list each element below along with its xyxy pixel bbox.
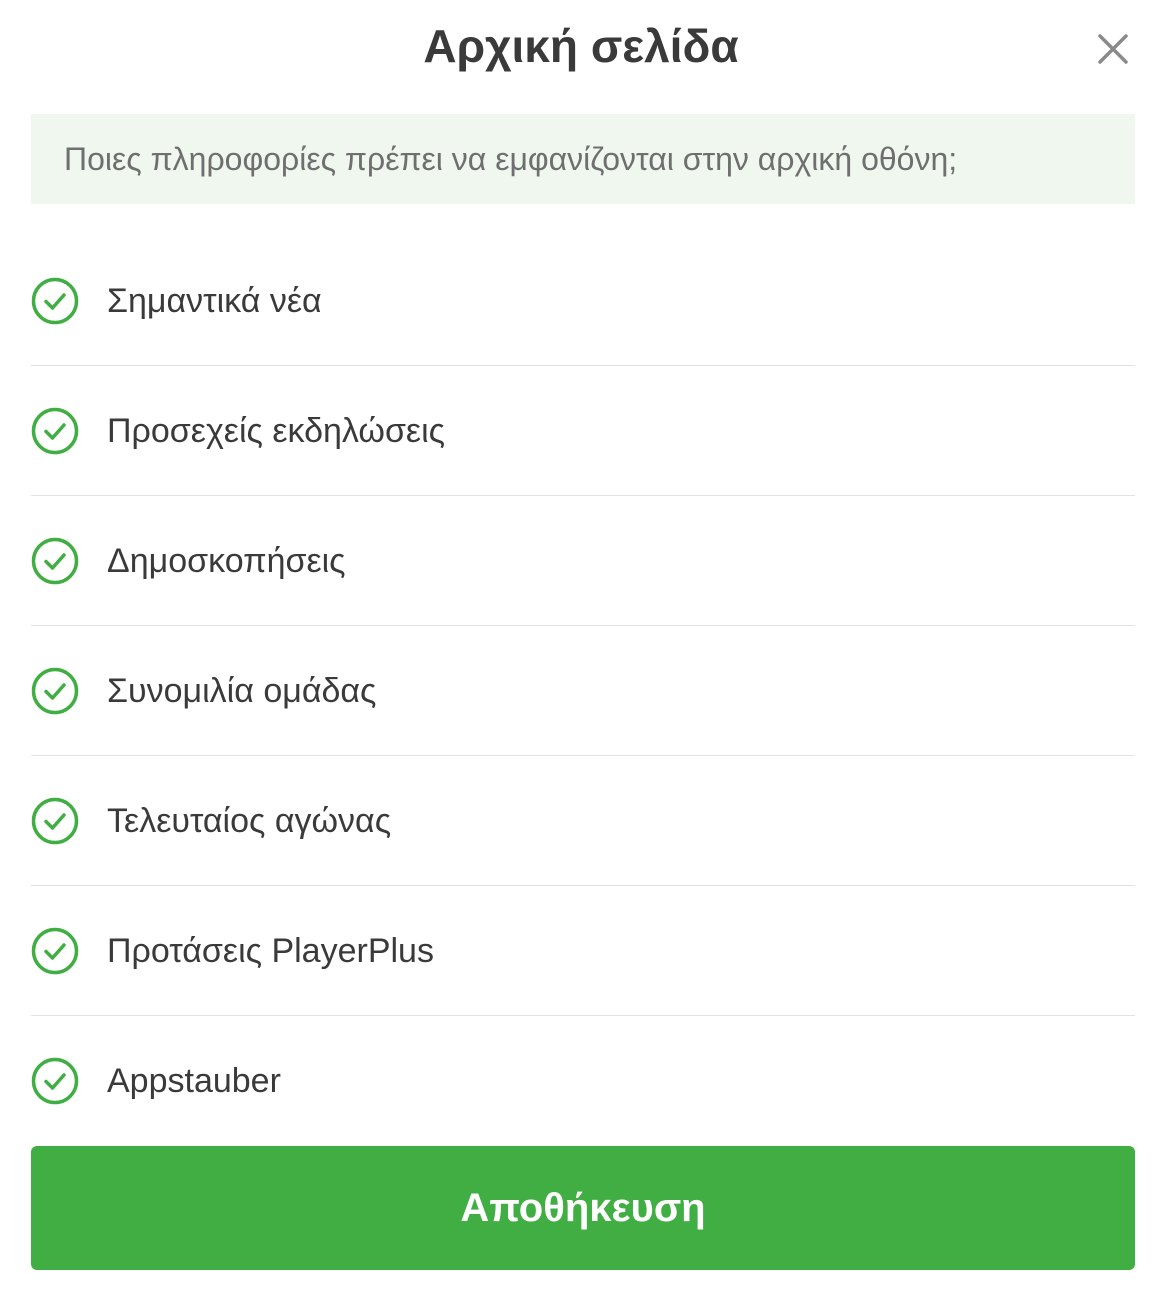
check-circle-icon[interactable] [31,1057,79,1105]
check-circle-icon[interactable] [31,537,79,585]
option-last-match[interactable]: Τελευταίος αγώνας [31,756,1135,886]
option-label: Appstauber [107,1062,281,1100]
check-circle-icon[interactable] [31,667,79,715]
check-circle-icon[interactable] [31,927,79,975]
banner-text: Ποιες πληροφορίες πρέπει να εμφανίζονται… [64,141,958,177]
option-label: Προτάσεις PlayerPlus [107,932,434,970]
option-label: Δημοσκοπήσεις [107,542,346,580]
options-list: Σημαντικά νέα Προσεχείς εκδηλώσεις Δημοσ… [31,236,1135,1145]
option-label: Συνομιλία ομάδας [107,672,377,710]
close-icon[interactable] [1090,26,1136,72]
option-upcoming-events[interactable]: Προσεχείς εκδηλώσεις [31,366,1135,496]
check-circle-icon[interactable] [31,277,79,325]
option-playerplus-suggestions[interactable]: Προτάσεις PlayerPlus [31,886,1135,1016]
option-polls[interactable]: Δημοσκοπήσεις [31,496,1135,626]
option-team-chat[interactable]: Συνομιλία ομάδας [31,626,1135,756]
option-label: Τελευταίος αγώνας [107,802,392,840]
option-label: Προσεχείς εκδηλώσεις [107,412,446,450]
info-banner: Ποιες πληροφορίες πρέπει να εμφανίζονται… [31,114,1135,204]
save-button[interactable]: Αποθήκευση [31,1146,1135,1270]
option-appstauber[interactable]: Appstauber [31,1016,1135,1145]
page-title: Αρχική σελίδα [423,20,739,72]
header: Αρχική σελίδα [0,0,1162,100]
check-circle-icon[interactable] [31,797,79,845]
option-label: Σημαντικά νέα [107,282,322,320]
check-circle-icon[interactable] [31,407,79,455]
option-important-news[interactable]: Σημαντικά νέα [31,236,1135,366]
